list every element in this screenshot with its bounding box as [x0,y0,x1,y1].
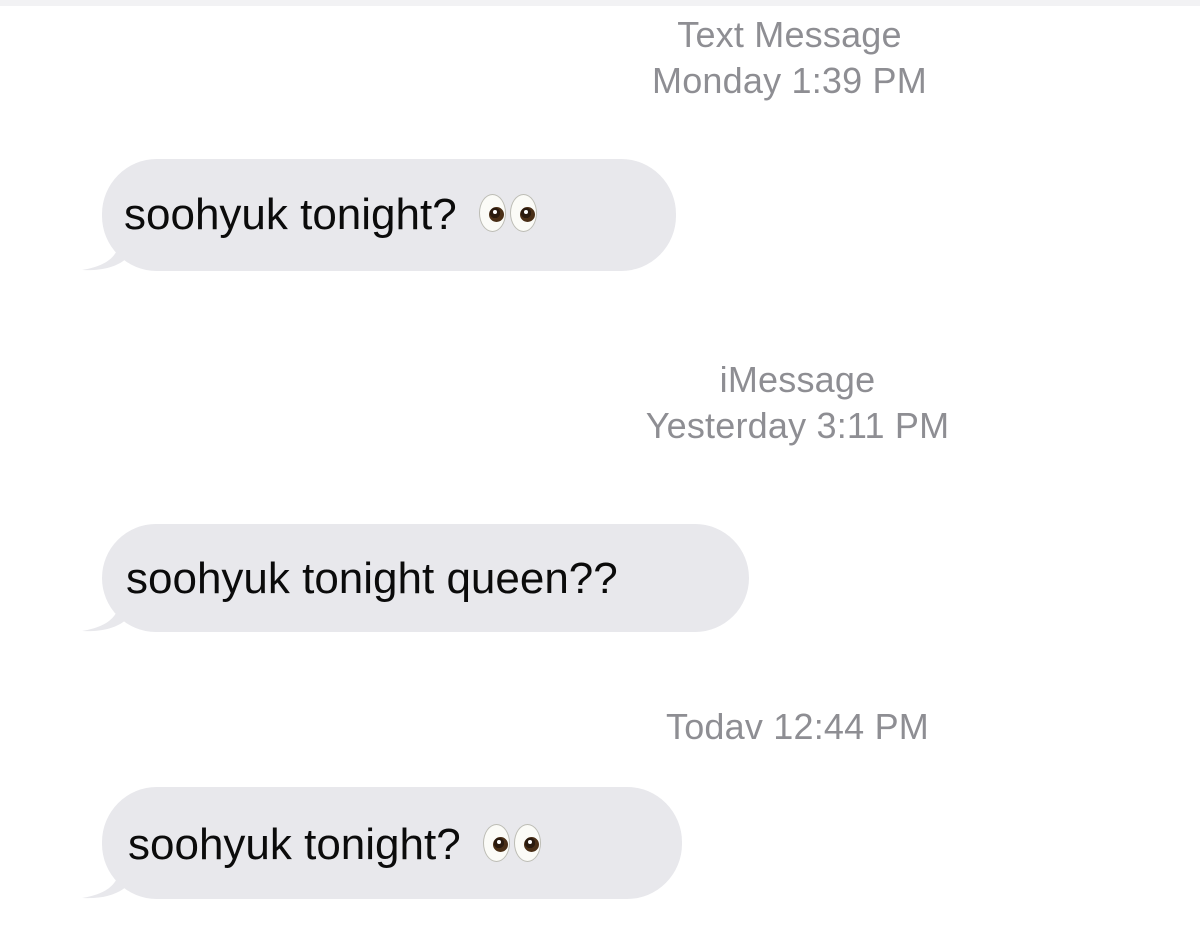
service-label: Text Message [677,14,902,55]
eyes-emoji-icon [478,192,541,236]
timestamp-label: Todav 12:44 PM [666,706,929,747]
timestamp-header-monday: Text Message Monday 1:39 PM [582,12,997,104]
top-edge [0,0,1200,6]
incoming-message-bubble[interactable]: soohyuk tonight? [82,787,682,899]
timestamp-label: Monday 1:39 PM [652,60,927,101]
timestamp-label: Yesterday 3:11 PM [645,405,950,446]
timestamp-header-today: Todav 12:44 PM [600,704,995,750]
incoming-message-bubble[interactable]: soohyuk tonight queen?? [82,524,749,632]
bubble-tail [82,231,126,271]
eyes-emoji-icon [482,822,545,866]
service-label: iMessage [719,359,876,400]
message-text: soohyuk tonight? [128,820,461,869]
timestamp-header-yesterday: iMessage Yesterday 3:11 PM [585,357,1010,449]
message-text: soohyuk tonight queen?? [126,554,618,603]
bubble-tail [82,592,126,632]
message-text: soohyuk tonight? [124,190,457,239]
incoming-message-bubble[interactable]: soohyuk tonight? [82,159,676,271]
bubble-tail [82,859,126,899]
